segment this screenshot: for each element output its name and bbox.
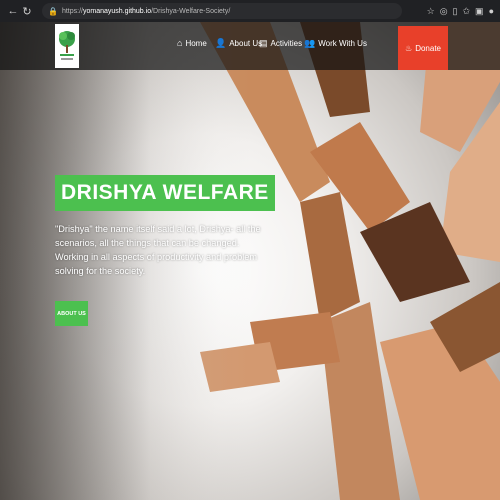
back-arrow-icon[interactable]: ← [6,5,20,17]
browser-toolbar: ← ↻ 🔒 https:// yomanayush.github.io /Dri… [0,0,500,22]
book-icon: ▤ [259,38,268,48]
nav-work-with-us-label: Work With Us [318,39,367,48]
extension-icon[interactable]: ◎ [440,6,448,17]
address-bar[interactable]: 🔒 https:// yomanayush.github.io /Drishya… [42,3,402,19]
about-us-button[interactable]: ABOUT US [55,301,88,326]
logo[interactable] [55,24,79,68]
split-icon[interactable]: ▯ [453,6,458,17]
home-icon: ⌂ [177,38,183,48]
collections-icon[interactable]: ▣ [475,6,484,17]
user-icon: 👤 [215,38,227,48]
nav-about-label: About Us [229,39,263,48]
url-prefix: https:// [61,7,83,15]
nav-work-with-us[interactable]: 👥 Work With Us [304,38,367,49]
nav-activities[interactable]: ▤ Activities [259,38,302,49]
hero-description: "Drishya" the name itself said a lot, Dr… [55,224,261,276]
nav-about[interactable]: 👤 About Us [215,38,262,49]
hero-title: DRISHYA WELFARE [55,175,275,211]
tree-logo-icon [59,31,75,60]
reload-icon[interactable]: ↻ [20,5,34,18]
url-path: /Drishya-Welfare-Society/ [151,7,231,15]
favorites-icon[interactable]: ✩ [463,6,471,17]
nav-home-label: Home [185,38,207,48]
donate-button[interactable]: ♨ Donate [398,26,448,70]
people-icon: 👥 [304,38,316,48]
profile-icon[interactable]: ● [489,6,494,17]
donate-label: Donate [415,43,441,53]
donate-icon: ♨ [405,43,413,53]
browser-icons: ☆ ◎ ▯ ✩ ▣ ● [427,6,494,17]
url-host: yomanayush.github.io [82,7,152,15]
lock-icon: 🔒 [48,6,58,16]
star-icon[interactable]: ☆ [427,6,435,17]
nav-home[interactable]: ⌂ Home [177,38,207,48]
nav-activities-label: Activities [270,39,303,48]
